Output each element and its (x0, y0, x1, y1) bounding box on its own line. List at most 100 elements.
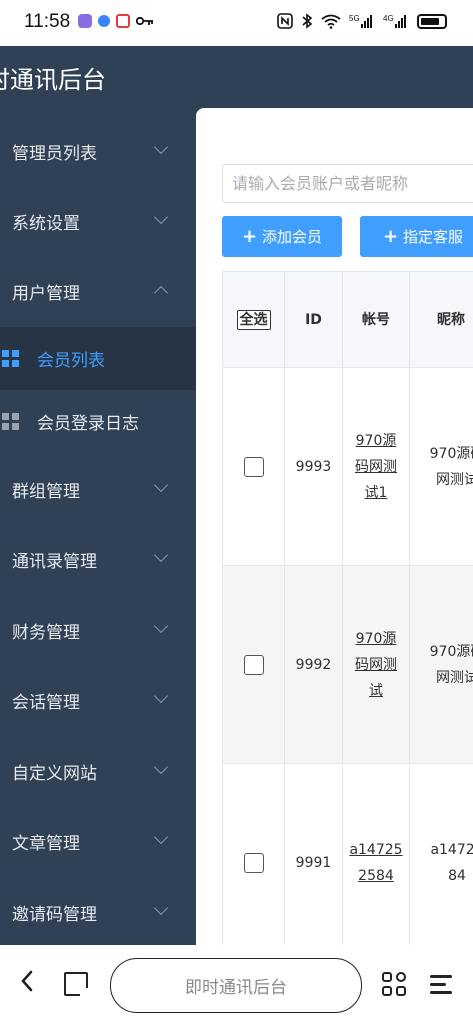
main-area: + 添加会员 + 指定客服 全选 ID 帐号 昵称 (196, 108, 473, 945)
row-nickname: a14725 84 (430, 841, 473, 884)
row-account-link[interactable]: a147252584 (343, 837, 409, 889)
row-account-link[interactable]: 970源码网测试1 (343, 428, 409, 506)
chevron-down-icon (153, 829, 169, 845)
row-account-cell: 970源码网测试1 (343, 368, 410, 565)
row-nickname-cell: 970源码网测试 (410, 566, 473, 763)
battery-icon (417, 13, 447, 29)
content-panel: + 添加会员 + 指定客服 全选 ID 帐号 昵称 (196, 108, 473, 945)
add-member-button[interactable]: + 添加会员 (222, 216, 342, 257)
row-id: 9991 (285, 764, 343, 945)
app-header: 时通讯后台 (0, 46, 473, 108)
sidebar-item-contacts-management[interactable]: 通讯录管理 (0, 524, 196, 594)
row-checkbox[interactable] (243, 654, 264, 675)
chevron-down-icon (153, 618, 169, 634)
signal-4g-icon: 4G (383, 14, 406, 28)
sidebar-item-system-settings[interactable]: 系统设置 (0, 186, 196, 256)
row-checkbox[interactable] (243, 456, 264, 477)
back-icon[interactable] (20, 969, 40, 999)
signal-5g-icon: 5G (349, 14, 372, 28)
row-checkbox[interactable] (243, 852, 264, 873)
app-title: 时通讯后台 (0, 66, 106, 94)
grid-icon (2, 413, 19, 430)
sidebar-item-label: 通讯录管理 (12, 551, 97, 572)
row-account-link[interactable]: 970源码网测试 (343, 626, 409, 704)
bluetooth-icon (302, 13, 313, 29)
chevron-down-icon (153, 209, 169, 225)
plus-icon: + (241, 226, 258, 247)
system-status-icons: 5G 4G (277, 13, 447, 29)
row-id: 9993 (285, 368, 343, 565)
screen: 11:58 5G 4G 通讯后台 管理员列表 系统设置 用户管理 会员列表 会员… (0, 0, 473, 1024)
sidebar-item-custom-website[interactable]: 自定义网站 (0, 736, 196, 806)
grid-icon (2, 350, 19, 367)
address-bar[interactable]: 即时通讯后台 (110, 958, 362, 1013)
sidebar-item-label: 用户管理 (12, 283, 80, 304)
menu-icon[interactable] (430, 975, 454, 995)
chevron-down-icon (153, 547, 169, 563)
sidebar-item-article-management[interactable]: 文章管理 (0, 806, 196, 876)
sidebar-item-finance-management[interactable]: 财务管理 (0, 595, 196, 665)
sidebar-item-label: 管理员列表 (12, 143, 97, 164)
row-select-cell (223, 764, 285, 945)
sidebar-item-label: 会员登录日志 (37, 414, 139, 434)
sidebar-item-member-login-log[interactable]: 会员登录日志 (0, 390, 196, 453)
address-title: 即时通讯后台 (185, 978, 287, 998)
svg-text:4G: 4G (383, 14, 394, 23)
nfc-icon (277, 13, 293, 29)
table-row: 9991 a147252584 a14725 84 (223, 764, 473, 945)
assign-service-button[interactable]: + 指定客服 (360, 216, 473, 257)
apps-icon[interactable] (382, 972, 408, 998)
key-icon (136, 16, 153, 26)
chevron-down-icon (153, 900, 169, 916)
chevron-down-icon (153, 139, 169, 155)
row-nickname: 970源码网测试 (429, 445, 473, 488)
sidebar-item-label: 会话管理 (12, 692, 80, 713)
browser-bottom-bar: 即时通讯后台 (0, 945, 473, 1024)
chevron-down-icon (153, 477, 169, 493)
sidebar-item-label: 邀请码管理 (12, 904, 97, 925)
sidebar-item-invite-code-management[interactable]: 邀请码管理 (0, 877, 196, 945)
chevron-down-icon (153, 759, 169, 775)
sidebar-item-label: 财务管理 (12, 622, 80, 643)
member-table: 全选 ID 帐号 昵称 9993 970源码网测试1 970源码网测试 (222, 271, 473, 945)
sidebar-item-group-management[interactable]: 群组管理 (0, 454, 196, 524)
chevron-up-icon (153, 285, 169, 301)
record-notification-icon (116, 14, 130, 28)
app-notification-icon (78, 14, 92, 28)
table-row: 9993 970源码网测试1 970源码网测试 (223, 368, 473, 566)
plus-icon: + (382, 226, 399, 247)
row-account-cell: a147252584 (343, 764, 410, 945)
browser-notification-icon (98, 15, 110, 27)
row-nickname-cell: a14725 84 (410, 764, 473, 945)
row-id: 9992 (285, 566, 343, 763)
svg-text:5G: 5G (349, 14, 360, 23)
member-search-input[interactable] (222, 164, 473, 203)
header-cell-select: 全选 (223, 272, 285, 367)
sidebar-item-member-list[interactable]: 会员列表 (0, 327, 196, 390)
tabs-icon[interactable] (64, 972, 89, 997)
status-time: 11:58 (24, 11, 71, 32)
row-nickname: 970源码网测试 (429, 643, 473, 686)
sidebar-item-label: 系统设置 (12, 213, 80, 234)
sidebar: 管理员列表 系统设置 用户管理 会员列表 会员登录日志 群组管理 通讯录管理 财… (0, 108, 196, 945)
status-bar: 11:58 5G 4G (0, 0, 473, 46)
row-account-cell: 970源码网测试 (343, 566, 410, 763)
sidebar-item-user-management[interactable]: 用户管理 (0, 256, 196, 326)
header-cell-id: ID (285, 272, 343, 367)
select-all-button[interactable]: 全选 (236, 309, 271, 330)
row-nickname-cell: 970源码网测试 (410, 368, 473, 565)
assign-service-label: 指定客服 (403, 228, 464, 246)
chevron-down-icon (153, 688, 169, 704)
add-member-label: 添加会员 (262, 228, 323, 246)
sidebar-item-admin-list[interactable]: 管理员列表 (0, 116, 196, 186)
notification-icons (78, 14, 154, 28)
sidebar-item-label: 会员列表 (37, 351, 105, 371)
table-row: 9992 970源码网测试 970源码网测试 (223, 566, 473, 764)
sidebar-item-session-management[interactable]: 会话管理 (0, 665, 196, 735)
wifi-icon (321, 14, 341, 29)
sidebar-item-label: 群组管理 (12, 481, 80, 502)
header-cell-nickname: 昵称 (410, 272, 473, 367)
sidebar-item-label: 文章管理 (12, 833, 80, 854)
table-header-row: 全选 ID 帐号 昵称 (223, 271, 473, 368)
row-select-cell (223, 368, 285, 565)
